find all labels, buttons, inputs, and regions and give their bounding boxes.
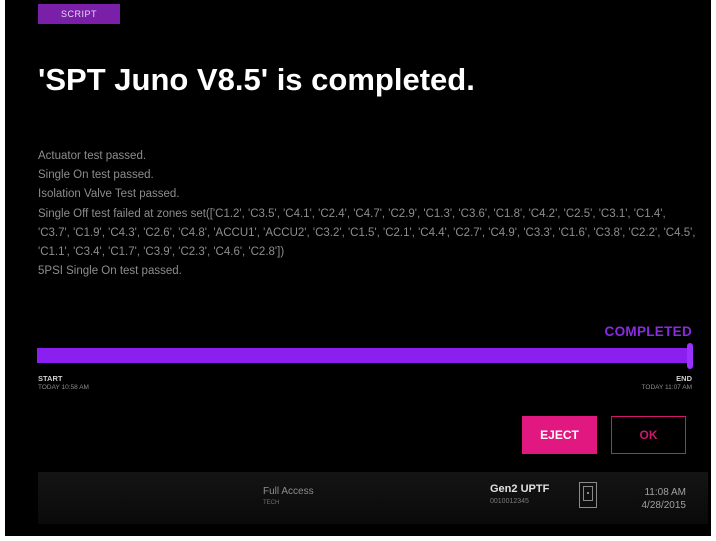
end-label: END bbox=[676, 374, 692, 383]
device-icon[interactable] bbox=[579, 482, 597, 508]
page-title: 'SPT Juno V8.5' is completed. bbox=[38, 62, 475, 97]
eject-button[interactable]: EJECT bbox=[522, 416, 597, 454]
script-result-screen: SCRIPT 'SPT Juno V8.5' is completed. Act… bbox=[5, 0, 711, 536]
script-tag: SCRIPT bbox=[38, 4, 120, 24]
log-line: Actuator test passed. bbox=[38, 150, 147, 162]
progress-handle bbox=[687, 343, 693, 369]
log-line: 5PSI Single On test passed. bbox=[38, 265, 182, 278]
device-id: 0010012345 bbox=[490, 498, 529, 505]
log-line: Single On test passed. bbox=[38, 169, 154, 182]
access-role: TECH bbox=[263, 500, 280, 506]
log-line: Single Off test failed at zones set(['C1… bbox=[38, 207, 696, 259]
end-time: TODAY 11:07 AM bbox=[641, 384, 692, 391]
status-label: COMPLETED bbox=[604, 324, 692, 339]
ok-button[interactable]: OK bbox=[611, 416, 686, 454]
progress-fill bbox=[37, 348, 689, 363]
device-name: Gen2 UPTF bbox=[490, 483, 550, 495]
clock-date: 4/28/2015 bbox=[641, 500, 687, 511]
access-level: Full Access bbox=[263, 486, 314, 497]
start-time: TODAY 10:58 AM bbox=[38, 384, 89, 391]
progress-bar bbox=[37, 348, 689, 363]
test-log: Actuator test passed. Single On test pas… bbox=[38, 147, 698, 281]
log-line: Isolation Valve Test passed. bbox=[38, 188, 180, 201]
footer-bar: Full Access TECH Gen2 UPTF 0010012345 11… bbox=[38, 472, 708, 524]
clock-time: 11:08 AM bbox=[644, 487, 686, 498]
start-label: START bbox=[38, 374, 63, 383]
